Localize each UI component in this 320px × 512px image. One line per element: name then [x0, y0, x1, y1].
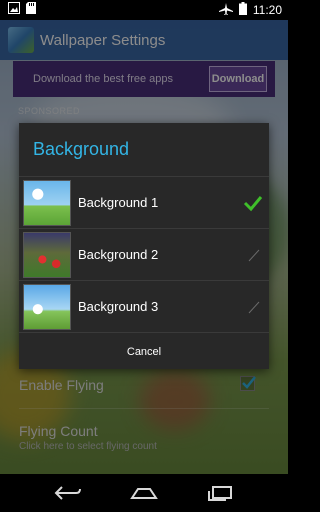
background-option-label: Background 2 — [78, 247, 159, 262]
dandelion-meadow-thumbnail — [23, 283, 71, 330]
navigation-bar — [0, 474, 288, 512]
background-option-label: Background 1 — [78, 195, 159, 210]
background-option-1[interactable]: Background 1 — [19, 177, 269, 229]
status-left — [0, 1, 36, 19]
recent-apps-icon[interactable] — [202, 481, 238, 505]
dialog-title: Background — [33, 139, 130, 159]
dandelion-sky-thumbnail — [23, 179, 71, 226]
battery-icon — [238, 2, 247, 18]
cancel-button[interactable]: Cancel — [19, 333, 269, 371]
background-dialog: Background Background 1 Background 2 Bac… — [19, 123, 269, 369]
background-option-label: Background 3 — [78, 299, 159, 314]
home-icon[interactable] — [126, 481, 162, 505]
background-option-2[interactable]: Background 2 — [19, 229, 269, 281]
image-notification-icon — [8, 1, 20, 19]
red-poppies-thumbnail — [23, 231, 71, 278]
sd-card-icon — [26, 1, 36, 19]
airplane-mode-icon — [218, 2, 233, 18]
unselected-check-icon — [248, 301, 260, 314]
status-bar: 11:20 — [0, 0, 288, 20]
background-option-3[interactable]: Background 3 — [19, 281, 269, 333]
status-time: 11:20 — [252, 3, 282, 17]
selected-check-icon — [243, 196, 263, 212]
status-right: 11:20 — [218, 2, 288, 18]
unselected-check-icon — [248, 249, 260, 262]
back-icon[interactable] — [50, 481, 86, 505]
